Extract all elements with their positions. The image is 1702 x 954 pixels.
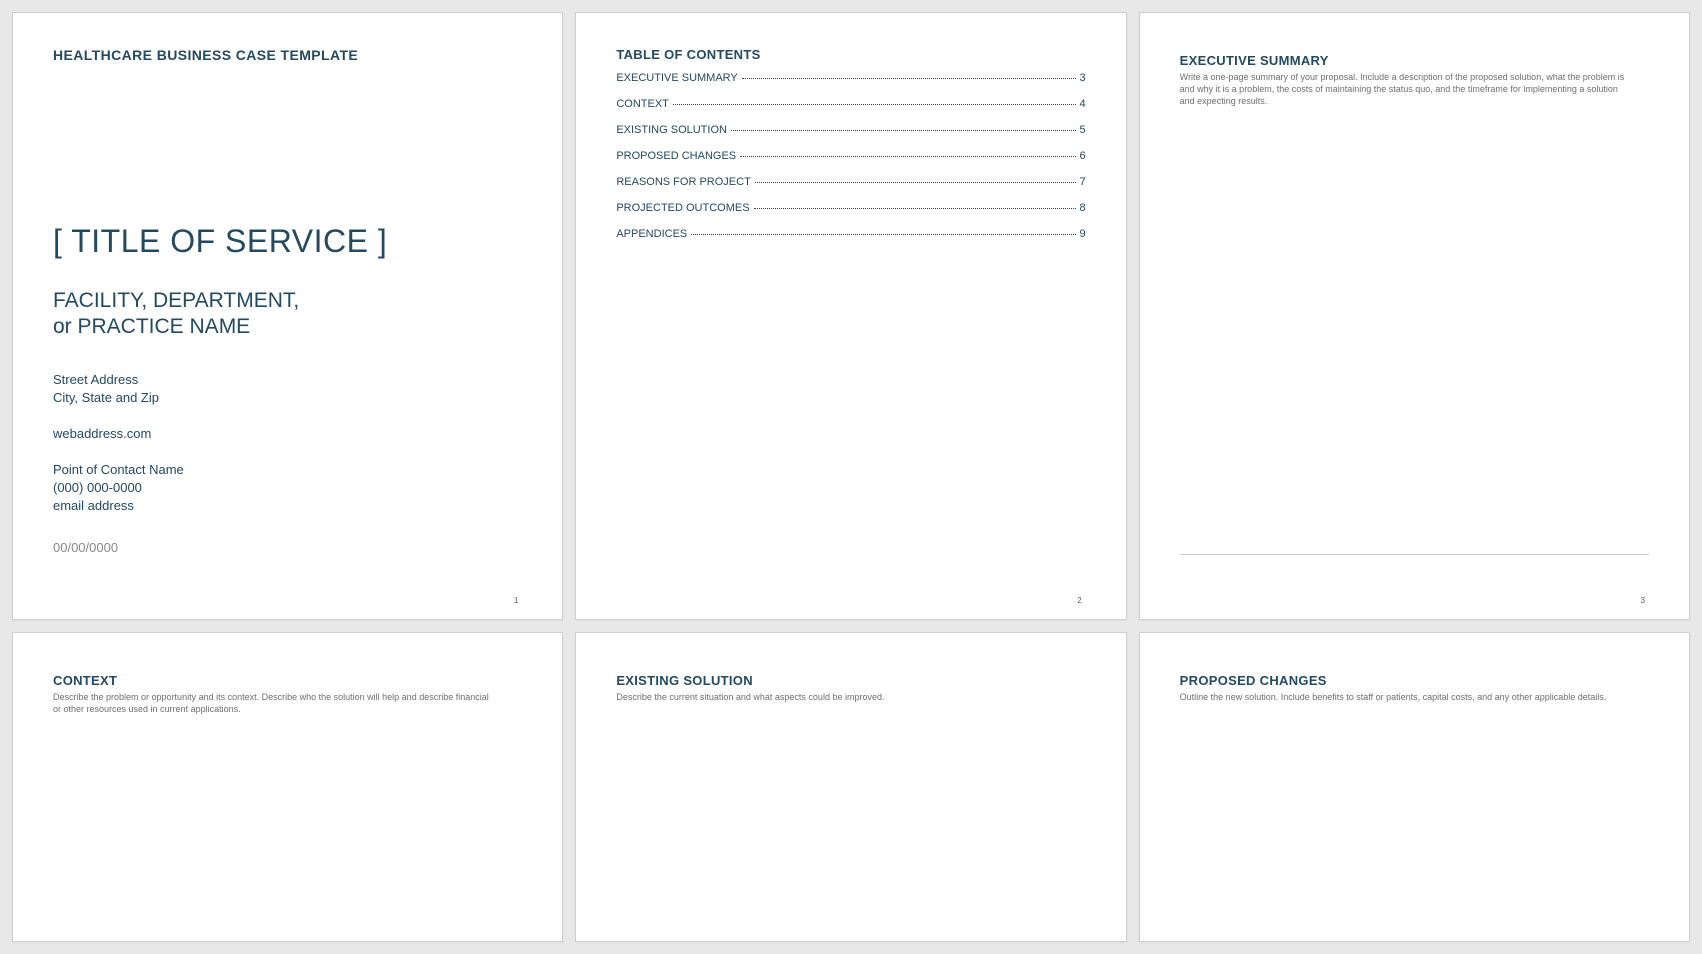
- toc-heading: TABLE OF CONTENTS: [616, 47, 1085, 62]
- toc-page: 9: [1080, 228, 1086, 240]
- toc-page: 4: [1080, 98, 1086, 110]
- toc-label: APPENDICES: [616, 228, 687, 240]
- page-5-existing-solution: EXISTING SOLUTION Describe the current s…: [575, 632, 1126, 942]
- section-heading: CONTEXT: [53, 673, 522, 688]
- page-2-toc: TABLE OF CONTENTS EXECUTIVE SUMMARY 3 CO…: [575, 12, 1126, 620]
- toc-page: 3: [1080, 72, 1086, 84]
- section-heading: EXECUTIVE SUMMARY: [1180, 53, 1649, 68]
- email: email address: [53, 497, 522, 515]
- toc-dots: [755, 182, 1076, 183]
- service-title: [ TITLE OF SERVICE ]: [53, 223, 522, 260]
- toc-row: EXECUTIVE SUMMARY 3: [616, 72, 1085, 84]
- facility-name: FACILITY, DEPARTMENT, or PRACTICE NAME: [53, 288, 522, 341]
- toc-page: 5: [1080, 124, 1086, 136]
- toc-dots: [742, 78, 1076, 79]
- page-1-cover: HEALTHCARE BUSINESS CASE TEMPLATE [ TITL…: [12, 12, 563, 620]
- toc-label: PROJECTED OUTCOMES: [616, 202, 749, 214]
- section-heading: PROPOSED CHANGES: [1180, 673, 1649, 688]
- page-6-proposed-changes: PROPOSED CHANGES Outline the new solutio…: [1139, 632, 1690, 942]
- page-number: 1: [514, 596, 518, 605]
- toc-page: 7: [1080, 176, 1086, 188]
- toc-dots: [740, 156, 1075, 157]
- page-number: 3: [1641, 596, 1645, 605]
- toc-row: PROJECTED OUTCOMES 8: [616, 202, 1085, 214]
- page-4-context: CONTEXT Describe the problem or opportun…: [12, 632, 563, 942]
- web-address: webaddress.com: [53, 425, 522, 443]
- toc-page: 8: [1080, 202, 1086, 214]
- template-name: HEALTHCARE BUSINESS CASE TEMPLATE: [53, 47, 522, 63]
- toc-label: EXISTING SOLUTION: [616, 124, 727, 136]
- section-description: Describe the problem or opportunity and …: [53, 691, 499, 715]
- section-description: Describe the current situation and what …: [616, 691, 1062, 703]
- toc-row: EXISTING SOLUTION 5: [616, 124, 1085, 136]
- toc-dots: [754, 208, 1076, 209]
- section-heading: EXISTING SOLUTION: [616, 673, 1085, 688]
- toc-label: EXECUTIVE SUMMARY: [616, 72, 737, 84]
- address-block: Street Address City, State and Zip webad…: [53, 371, 522, 516]
- city-state-zip: City, State and Zip: [53, 389, 522, 407]
- toc-row: APPENDICES 9: [616, 228, 1085, 240]
- toc-dots: [731, 130, 1076, 131]
- toc-page: 6: [1080, 150, 1086, 162]
- page-3-exec-summary: EXECUTIVE SUMMARY Write a one-page summa…: [1139, 12, 1690, 620]
- section-description: Outline the new solution. Include benefi…: [1180, 691, 1626, 703]
- toc-dots: [673, 104, 1076, 105]
- street-address: Street Address: [53, 371, 522, 389]
- toc-dots: [691, 234, 1075, 235]
- section-description: Write a one-page summary of your proposa…: [1180, 71, 1626, 107]
- toc-row: PROPOSED CHANGES 6: [616, 150, 1085, 162]
- phone: (000) 000-0000: [53, 479, 522, 497]
- toc-row: CONTEXT 4: [616, 98, 1085, 110]
- date: 00/00/0000: [53, 540, 522, 555]
- facility-line1: FACILITY, DEPARTMENT,: [53, 289, 299, 312]
- facility-line2: or PRACTICE NAME: [53, 315, 250, 338]
- toc-label: CONTEXT: [616, 98, 669, 110]
- page-number: 2: [1077, 596, 1081, 605]
- toc-row: REASONS FOR PROJECT 7: [616, 176, 1085, 188]
- toc-label: PROPOSED CHANGES: [616, 150, 736, 162]
- toc-label: REASONS FOR PROJECT: [616, 176, 750, 188]
- divider-line: [1180, 554, 1649, 555]
- pages-grid: HEALTHCARE BUSINESS CASE TEMPLATE [ TITL…: [12, 12, 1690, 942]
- spacer: [53, 63, 522, 223]
- contact-name: Point of Contact Name: [53, 461, 522, 479]
